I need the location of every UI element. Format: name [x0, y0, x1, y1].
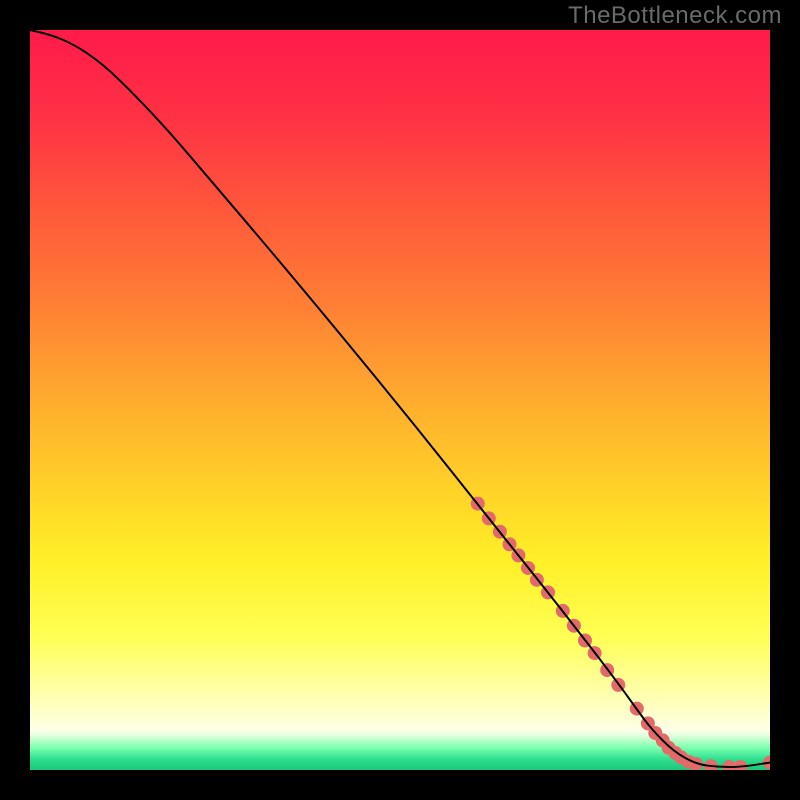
chart-stage: TheBottleneck.com: [0, 0, 800, 800]
plot-area: [30, 30, 770, 770]
watermark-text: TheBottleneck.com: [568, 2, 782, 30]
gradient-background: [30, 30, 770, 770]
chart-svg: [30, 30, 770, 770]
